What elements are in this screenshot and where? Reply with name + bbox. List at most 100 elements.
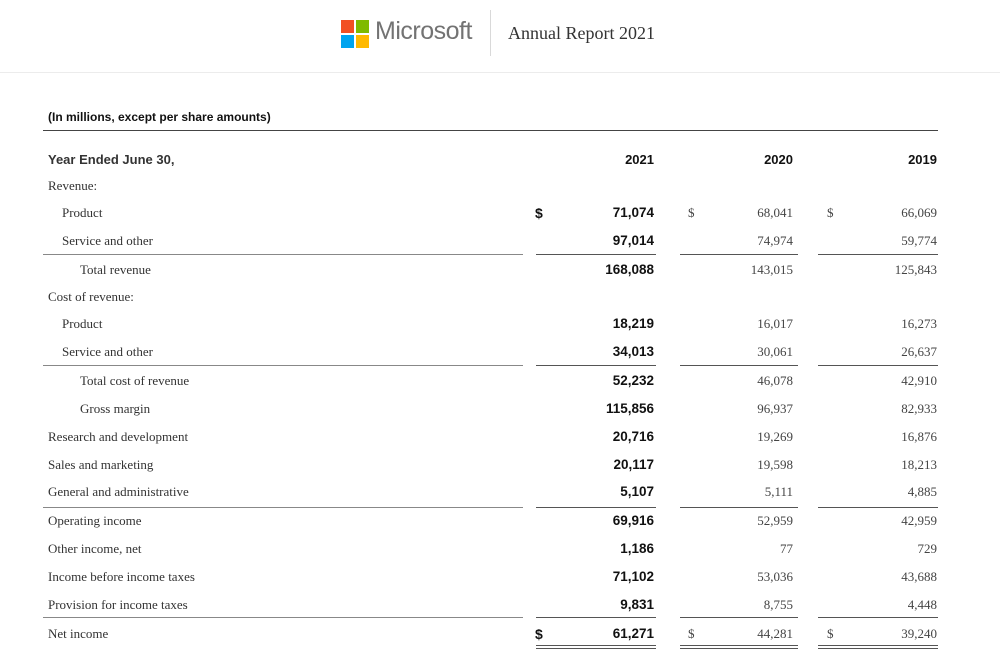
- value-2020: 68,041: [757, 205, 793, 220]
- value-2021: 115,856: [605, 401, 654, 416]
- row-label: General and administrative: [48, 484, 189, 499]
- column-underline: [536, 645, 656, 646]
- year-header-2020: 2020: [764, 152, 793, 167]
- value-2020: 74,974: [757, 233, 793, 248]
- value-2019: 42,959: [901, 513, 937, 528]
- row-label: Cost of revenue:: [48, 289, 134, 304]
- value-2019: 18,213: [901, 457, 937, 472]
- table-row: Net income 61,271 44,281 39,240 $ $ $: [0, 626, 1000, 646]
- row-label: Research and development: [48, 429, 189, 444]
- report-header: Microsoft Annual Report 2021: [0, 0, 1000, 73]
- value-2019: 4,885: [907, 484, 937, 499]
- column-underline: [680, 254, 798, 255]
- value-2019: 66,069: [901, 205, 937, 220]
- value-2020: 19,269: [757, 429, 793, 444]
- value-2021: 18,219: [612, 316, 654, 331]
- row-label: Service and other: [62, 233, 153, 248]
- table-row: Research and development 20,716 19,269 16,8…: [0, 429, 1000, 449]
- value-2021: 5,107: [620, 484, 654, 499]
- column-underline: [818, 507, 938, 508]
- value-2019: 82,933: [901, 401, 937, 416]
- row-label: Operating income: [48, 513, 142, 528]
- table-row: Product 18,219 16,017 16,273: [0, 316, 1000, 336]
- logo-square-green: [356, 20, 369, 33]
- report-title: Annual Report 2021: [508, 23, 655, 43]
- value-2021: 71,102: [612, 569, 654, 584]
- value-2019: 59,774: [901, 233, 937, 248]
- value-2019: 39,240: [901, 626, 937, 641]
- value-2019: 42,910: [901, 373, 937, 388]
- column-underline: [680, 507, 798, 508]
- value-2021: 71,074: [612, 205, 654, 220]
- table-row: Other income, net 1,186 77 729: [0, 541, 1000, 561]
- currency-symbol-2020: $: [688, 205, 695, 220]
- year-header-2021: 2021: [625, 152, 654, 167]
- row-divider: [43, 617, 523, 618]
- column-underline: [818, 365, 938, 366]
- column-underline: [680, 617, 798, 618]
- value-2021: 97,014: [612, 233, 654, 248]
- value-2020: 8,755: [763, 597, 793, 612]
- value-2020: 77: [780, 541, 793, 556]
- microsoft-logo-icon: [341, 20, 369, 48]
- column-underline: [536, 507, 656, 508]
- value-2021: 52,232: [612, 373, 654, 388]
- column-underline: [818, 617, 938, 618]
- value-2020: 53,036: [757, 569, 793, 584]
- table-row: Total cost of revenue 52,232 46,078 42,910: [0, 373, 1000, 393]
- logo-square-blue: [341, 35, 354, 48]
- table-row: Total revenue 168,088 143,015 125,843: [0, 262, 1000, 282]
- column-underline: [536, 254, 656, 255]
- row-label: Total cost of revenue: [80, 373, 190, 388]
- currency-symbol-2019: $: [827, 626, 834, 641]
- value-2020: 44,281: [757, 626, 793, 641]
- currency-symbol-2021: $: [535, 205, 543, 221]
- value-2019: 729: [917, 541, 938, 556]
- row-divider: [43, 507, 523, 508]
- row-label: Product: [62, 205, 103, 220]
- currency-symbol-2020: $: [688, 626, 695, 641]
- table-row: Gross margin 115,856 96,937 82,933: [0, 401, 1000, 421]
- row-divider: [43, 365, 523, 366]
- column-underline: [680, 645, 798, 646]
- value-2020: 96,937: [757, 401, 793, 416]
- value-2021: 168,088: [605, 262, 654, 277]
- column-underline: [680, 648, 798, 649]
- row-label: Other income, net: [48, 541, 142, 556]
- value-2020: 5,111: [764, 484, 793, 499]
- brand-name: Microsoft: [375, 17, 472, 45]
- table-row: Income before income taxes 71,102 53,036 43…: [0, 569, 1000, 589]
- logo-square-red: [341, 20, 354, 33]
- value-2020: 16,017: [757, 316, 793, 331]
- year-header-2019: 2019: [908, 152, 937, 167]
- row-divider: [43, 254, 523, 255]
- column-underline: [536, 617, 656, 618]
- value-2020: 52,959: [757, 513, 793, 528]
- table-top-rule: [43, 130, 938, 131]
- period-label: Year Ended June 30,: [48, 152, 175, 167]
- value-2020: 19,598: [757, 457, 793, 472]
- table-row: Operating income 69,916 52,959 42,959: [0, 513, 1000, 533]
- row-label: Product: [62, 316, 103, 331]
- row-label: Sales and marketing: [48, 457, 154, 472]
- row-label: Revenue:: [48, 178, 98, 193]
- row-label: Income before income taxes: [48, 569, 195, 584]
- table-row: General and administrative 5,107 5,111 4,88…: [0, 484, 1000, 504]
- value-2020: 143,015: [750, 262, 793, 277]
- logo-square-yellow: [356, 35, 369, 48]
- value-2021: 34,013: [612, 344, 654, 359]
- value-2020: 30,061: [757, 344, 793, 359]
- header-divider: [490, 10, 491, 56]
- value-2019: 16,273: [901, 316, 937, 331]
- value-2019: 26,637: [901, 344, 937, 359]
- column-underline: [818, 645, 938, 646]
- table-row: Service and other 34,013 30,061 26,637: [0, 344, 1000, 364]
- table-row: Service and other 97,014 74,974 59,774: [0, 233, 1000, 253]
- value-2021: 20,117: [613, 457, 654, 472]
- value-2019: 16,876: [901, 429, 937, 444]
- value-2019: 4,448: [907, 597, 937, 612]
- value-2021: 9,831: [620, 597, 654, 612]
- row-label: Total revenue: [80, 262, 151, 277]
- row-label: Provision for income taxes: [48, 597, 188, 612]
- row-label: Service and other: [62, 344, 153, 359]
